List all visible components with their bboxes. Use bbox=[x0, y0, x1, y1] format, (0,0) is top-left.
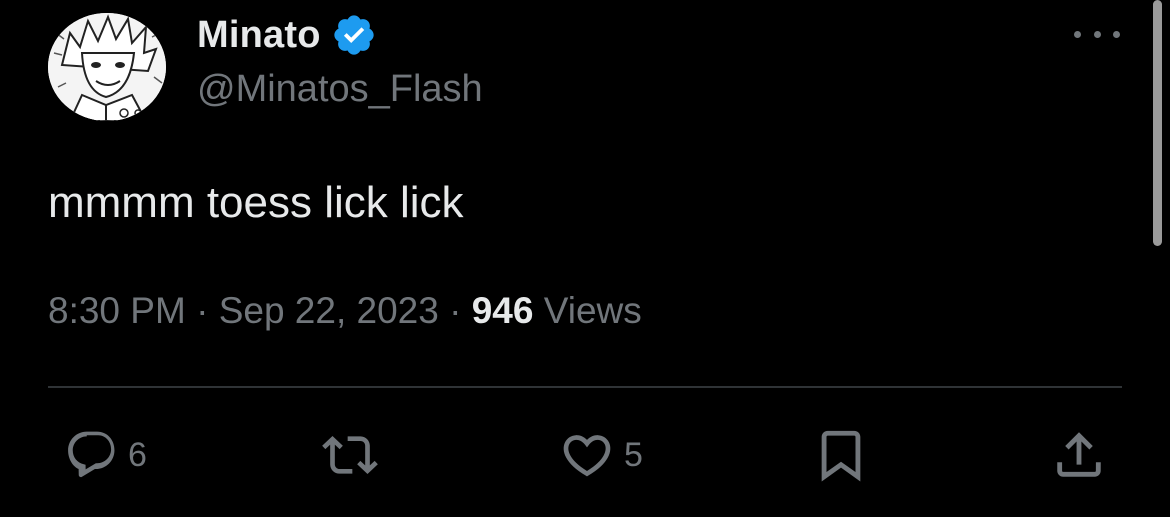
tweet-detail: Minato @Minatos_Flash mmmm toess lick li… bbox=[0, 0, 1170, 517]
like-count: 5 bbox=[624, 435, 643, 474]
author-handle[interactable]: @Minatos_Flash bbox=[197, 68, 483, 111]
meta-separator: · bbox=[449, 290, 462, 331]
meta-separator: · bbox=[196, 290, 209, 331]
action-bar: 6 5 bbox=[0, 420, 1170, 490]
tweet-text: mmmm toess lick lick bbox=[48, 178, 464, 227]
divider bbox=[48, 386, 1122, 388]
bookmark-icon bbox=[821, 430, 861, 482]
tweet-time[interactable]: 8:30 PM bbox=[48, 290, 186, 331]
verified-badge-icon[interactable] bbox=[331, 12, 377, 58]
views-label: Views bbox=[543, 290, 642, 331]
bookmark-button[interactable] bbox=[812, 420, 870, 490]
tweet-date[interactable]: Sep 22, 2023 bbox=[219, 290, 439, 331]
reply-icon bbox=[68, 431, 115, 478]
reply-count: 6 bbox=[128, 435, 147, 474]
more-options-icon[interactable] bbox=[1074, 24, 1120, 44]
author-name-row[interactable]: Minato bbox=[197, 12, 377, 58]
like-button[interactable]: 5 bbox=[558, 420, 643, 490]
share-button[interactable] bbox=[1050, 420, 1108, 490]
avatar-image bbox=[48, 13, 166, 121]
author-display-name[interactable]: Minato bbox=[197, 14, 321, 57]
avatar[interactable] bbox=[48, 13, 166, 121]
views-count: 946 bbox=[471, 290, 534, 331]
scrollbar[interactable] bbox=[1153, 0, 1162, 246]
tweet-metadata: 8:30 PM · Sep 22, 2023 · 946 Views bbox=[48, 290, 642, 332]
retweet-button[interactable] bbox=[318, 420, 382, 490]
heart-icon bbox=[563, 435, 611, 477]
reply-button[interactable]: 6 bbox=[64, 420, 147, 490]
share-icon bbox=[1057, 432, 1101, 477]
retweet-icon bbox=[322, 436, 378, 474]
